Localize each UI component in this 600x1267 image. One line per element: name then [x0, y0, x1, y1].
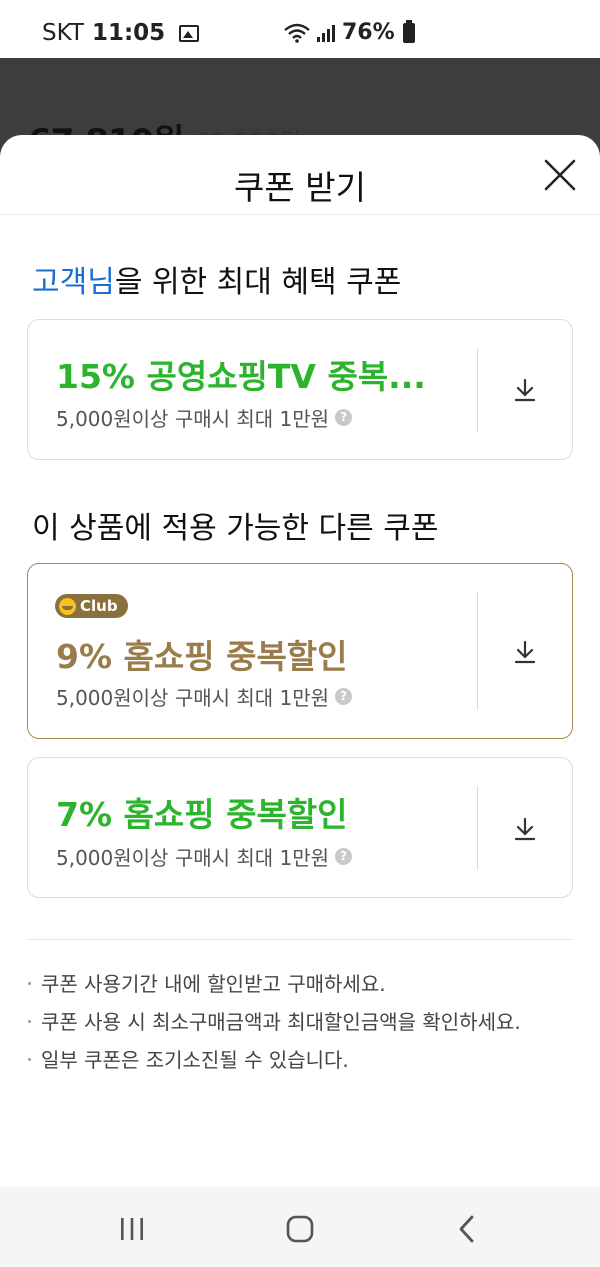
sheet-title: 쿠폰 받기 [234, 168, 366, 207]
wifi-icon [284, 23, 310, 43]
coupon-condition-text: 5,000원이상 구매시 최대 1만원 [56, 686, 330, 710]
coupon-title: 7% 홈쇼핑 중복할인 [56, 795, 348, 834]
notes-divider [27, 939, 573, 940]
club-badge-label: Club [80, 597, 118, 615]
help-icon[interactable]: ? [335, 848, 353, 865]
gallery-notification-icon [179, 24, 200, 42]
coupon-sheet: 쿠폰 받기 고객님을 위한 최대 혜택 쿠폰 15% 공영쇼핑TV 중복... … [0, 135, 600, 1187]
navigation-bar [0, 1187, 600, 1267]
coupon-condition: 5,000원이상 구매시 최대 1만원 ? [56, 842, 353, 871]
status-bar: SKT 11:05 76% [0, 0, 600, 58]
coupon-divider [477, 786, 478, 870]
coupon-condition: 5,000원이상 구매시 최대 1만원 ? [56, 403, 353, 432]
coupon-title: 15% 공영쇼핑TV 중복... [56, 357, 426, 396]
coupon-title: 9% 홈쇼핑 중복할인 [56, 637, 348, 676]
recent-apps-icon[interactable] [112, 1209, 152, 1249]
signal-icon [317, 24, 335, 42]
note-item: 쿠폰 사용 시 최소구매금액과 최대할인금액을 확인하세요. [27, 1005, 573, 1039]
status-bar-right: 76% [284, 19, 415, 45]
sheet-header: 쿠폰 받기 [0, 135, 600, 215]
coupon-divider [477, 348, 478, 432]
coupon-condition-text: 5,000원이상 구매시 최대 1만원 [56, 407, 330, 431]
customer-highlight: 고객님 [32, 265, 115, 300]
close-icon[interactable] [542, 157, 578, 193]
customer-title-rest: 을 위한 최대 혜택 쿠폰 [114, 265, 402, 300]
note-item: 일부 쿠폰은 조기소진될 수 있습니다. [27, 1043, 573, 1077]
customer-coupon-section-title: 고객님을 위한 최대 혜택 쿠폰 [32, 257, 401, 301]
home-icon[interactable] [280, 1209, 320, 1249]
clock: 11:05 [91, 20, 166, 46]
coupon-divider [477, 592, 478, 710]
coupon-condition: 5,000원이상 구매시 최대 1만원 ? [56, 682, 353, 711]
coupon-card-club-9[interactable]: Club 9% 홈쇼핑 중복할인 5,000원이상 구매시 최대 1만원 ? [27, 563, 573, 739]
download-icon[interactable] [514, 640, 536, 664]
club-smile-icon [59, 597, 76, 615]
coupon-condition-text: 5,000원이상 구매시 최대 1만원 [56, 846, 330, 870]
battery-percentage: 76% [342, 20, 395, 45]
club-badge: Club [55, 594, 128, 618]
carrier-label: SKT [42, 20, 84, 46]
download-icon[interactable] [514, 378, 536, 402]
coupon-card-15[interactable]: 15% 공영쇼핑TV 중복... 5,000원이상 구매시 최대 1만원 ? [27, 319, 573, 460]
help-icon[interactable]: ? [335, 688, 353, 705]
battery-icon [402, 19, 415, 43]
download-icon[interactable] [514, 817, 536, 841]
help-icon[interactable]: ? [335, 409, 353, 426]
status-bar-left: SKT 11:05 [42, 20, 200, 46]
other-coupon-section-title: 이 상품에 적용 가능한 다른 쿠폰 [32, 511, 439, 546]
coupon-notes: 쿠폰 사용기간 내에 할인받고 구매하세요. 쿠폰 사용 시 최소구매금액과 최… [27, 967, 573, 1077]
note-item: 쿠폰 사용기간 내에 할인받고 구매하세요. [27, 967, 573, 1001]
back-icon[interactable] [448, 1209, 488, 1249]
coupon-card-7[interactable]: 7% 홈쇼핑 중복할인 5,000원이상 구매시 최대 1만원 ? [27, 757, 573, 898]
